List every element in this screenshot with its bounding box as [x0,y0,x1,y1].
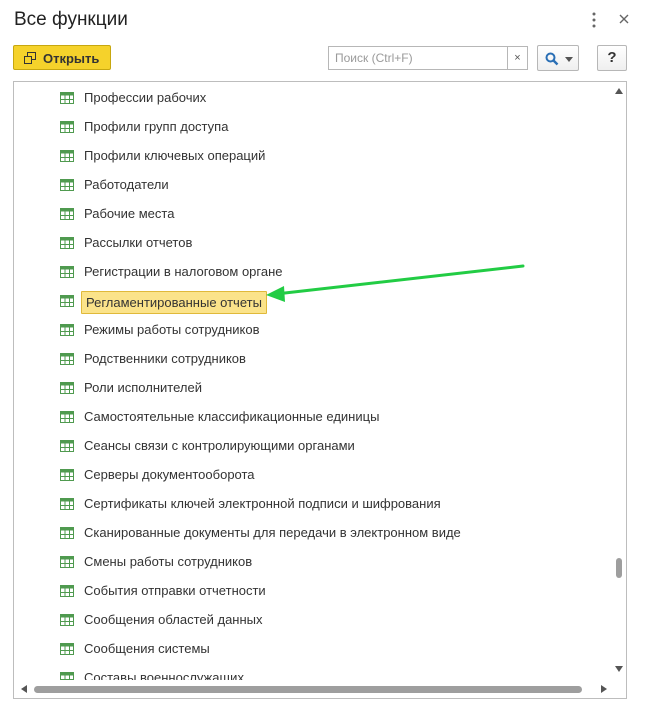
list-item-label: Профили ключевых операций [84,148,266,163]
list-item-label: Сообщения системы [84,641,210,656]
table-icon [60,295,74,307]
table-icon [60,324,74,336]
table-icon [60,556,74,568]
horizontal-scroll-thumb[interactable] [34,686,582,693]
table-icon [60,614,74,626]
table-icon [60,585,74,597]
list-item[interactable]: Сообщения системы [14,635,612,664]
list-item-label: Сообщения областей данных [84,612,263,627]
scroll-right-icon[interactable] [601,685,607,693]
search-input[interactable] [328,46,508,70]
list-item-label: Рассылки отчетов [84,235,193,250]
table-icon [60,411,74,423]
help-button[interactable]: ? [597,45,627,71]
list-item[interactable]: Сканированные документы для передачи в э… [14,519,612,548]
list-viewport[interactable]: Профессии рабочих Профили групп доступа Пр… [14,82,612,680]
list-item-label: Сканированные документы для передачи в э… [84,525,461,540]
window-title: Все функции [14,9,128,30]
open-button[interactable]: Открыть [13,45,111,70]
table-icon [60,440,74,452]
list-item[interactable]: Составы военнослужащих [14,664,612,680]
list-item[interactable]: Смены работы сотрудников [14,548,612,577]
list-item[interactable]: Рассылки отчетов [14,229,612,258]
table-icon [60,382,74,394]
functions-list: Профессии рабочих Профили групп доступа Пр… [13,81,627,699]
list-item-label: Составы военнослужащих [84,670,244,680]
list-item-label: Работодатели [84,177,169,192]
table-icon [60,498,74,510]
window-titlebar: Все функции [0,0,647,40]
list-item[interactable]: Регистрации в налоговом органе [14,258,612,287]
list-item-label: Регламентированные отчеты [81,291,267,314]
list-item-label: Серверы документооборота [84,467,255,482]
list-item[interactable]: Профессии рабочих [14,84,612,113]
table-icon [60,121,74,133]
table-icon [60,179,74,191]
table-icon [60,150,74,162]
list-item-selected[interactable]: Регламентированные отчеты [14,287,612,316]
table-icon [60,353,74,365]
table-icon [60,92,74,104]
list-item-label: Рабочие места [84,206,175,221]
list-item-label: Профессии рабочих [84,90,207,105]
vertical-scroll-thumb[interactable] [616,558,622,578]
list-item[interactable]: Профили ключевых операций [14,142,612,171]
chevron-down-icon [565,57,573,62]
list-item-label: Роли исполнителей [84,380,202,395]
list-item[interactable]: Сообщения областей данных [14,606,612,635]
list-item[interactable]: Режимы работы сотрудников [14,316,612,345]
open-button-label: Открыть [43,51,100,66]
list-item-label: Профили групп доступа [84,119,229,134]
list-item-label: Режимы работы сотрудников [84,322,260,337]
table-icon [60,527,74,539]
list-item-label: Самостоятельные классификационные единиц… [84,409,380,424]
list-item[interactable]: Рабочие места [14,200,612,229]
list-item-label: События отправки отчетности [84,583,266,598]
table-icon [60,208,74,220]
vertical-scrollbar[interactable] [612,82,626,680]
table-icon [60,643,74,655]
scroll-up-icon[interactable] [615,88,623,94]
list-item-label: Сертификаты ключей электронной подписи и… [84,496,441,511]
search-button[interactable] [537,45,579,71]
search-clear-button[interactable]: × [507,46,528,70]
list-item[interactable]: Роли исполнителей [14,374,612,403]
list-item-label: Родственники сотрудников [84,351,246,366]
list-item[interactable]: Родственники сотрудников [14,345,612,374]
horizontal-scrollbar[interactable] [14,680,626,698]
list-item[interactable]: Сертификаты ключей электронной подписи и… [14,490,612,519]
more-vertical-icon[interactable] [586,10,602,30]
list-item[interactable]: События отправки отчетности [14,577,612,606]
table-icon [60,266,74,278]
list-item-label: Регистрации в налоговом органе [84,264,283,279]
list-item[interactable]: Сеансы связи с контролирующими органами [14,432,612,461]
list-item-label: Сеансы связи с контролирующими органами [84,438,355,453]
list-item[interactable]: Работодатели [14,171,612,200]
list-item[interactable]: Профили групп доступа [14,113,612,142]
magnifier-icon [545,52,559,66]
list-item[interactable]: Самостоятельные классификационные единиц… [14,403,612,432]
scroll-left-icon[interactable] [21,685,27,693]
list-item-label: Смены работы сотрудников [84,554,253,569]
table-icon [60,469,74,481]
table-icon [60,237,74,249]
scroll-down-icon[interactable] [615,666,623,672]
list-item[interactable]: Серверы документооборота [14,461,612,490]
open-window-icon [24,52,36,64]
table-icon [60,672,74,680]
close-icon[interactable] [616,11,632,27]
